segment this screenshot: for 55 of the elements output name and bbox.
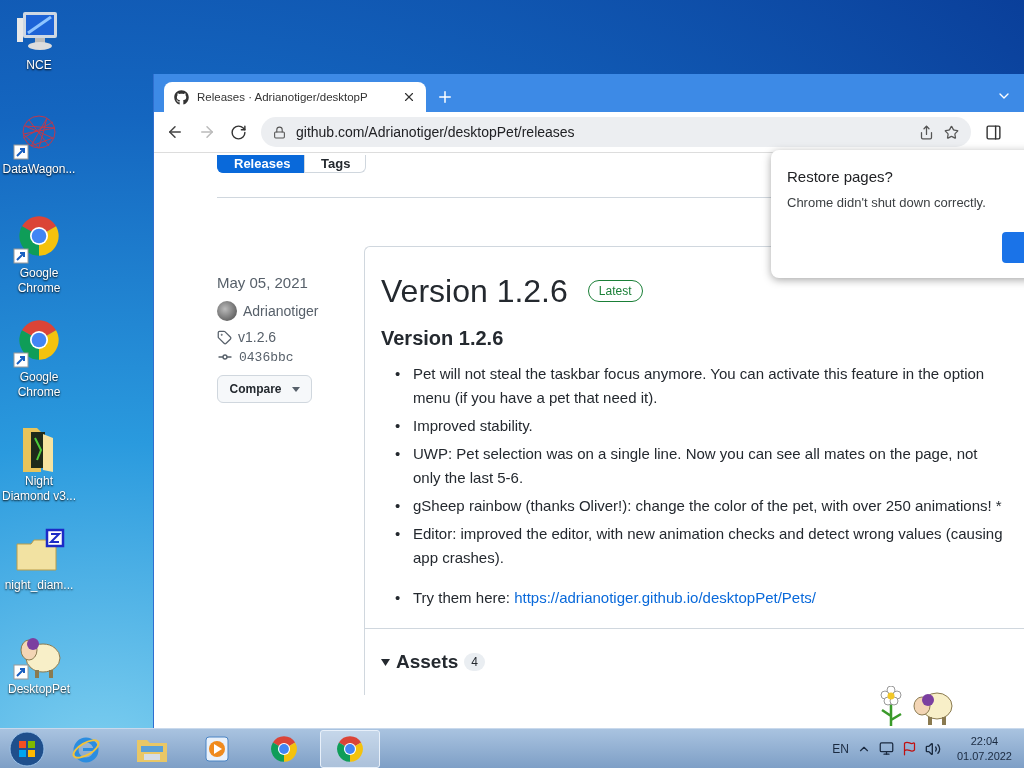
network-icon[interactable] <box>878 741 894 756</box>
caret-icon <box>291 386 300 392</box>
bullet: • <box>395 416 402 436</box>
popup-message: Chrome didn't shut down correctly. <box>787 195 987 210</box>
chrome-icon[interactable] <box>336 734 364 763</box>
browser-tab[interactable]: Releases · Adrianotiger/desktopP <box>164 82 426 112</box>
release-tab[interactable]: Tags <box>304 155 366 173</box>
assets-heading[interactable]: Assets <box>396 651 459 673</box>
bullet: • <box>395 444 402 464</box>
assets-count: 4 <box>464 653 485 671</box>
desktop-icon-label[interactable]: DataWagon... <box>1 162 77 177</box>
bullet: • <box>395 496 402 516</box>
bullet: • <box>395 588 402 608</box>
language-indicator[interactable]: EN <box>832 741 849 756</box>
tag-icon <box>217 329 232 345</box>
desktop-icon-label[interactable]: Google Chrome <box>1 266 77 296</box>
taskbar-button[interactable] <box>320 729 380 768</box>
lock-icon <box>273 125 286 139</box>
release-note: gSheep rainbow (thanks Oliver!): change the color of the pet, with over 250 animations! * <box>413 496 1002 516</box>
reload-icon[interactable] <box>230 123 247 141</box>
release-tab[interactable]: Releases <box>217 155 304 173</box>
back-icon[interactable] <box>166 123 184 141</box>
release-note: Try them here: https://adrianotiger.github.io/desktopPet/Pets/ <box>413 588 816 608</box>
popup-title: Restore pages? <box>787 168 894 185</box>
new-tab-icon[interactable] <box>436 88 454 106</box>
bookmark-icon[interactable] <box>944 124 959 140</box>
release-note: Pet will not steal the taskbar focus anymore. You can activate this feature in the option menu (if you have a pet that need it). <box>413 364 986 408</box>
desktop-icon-label[interactable]: NCE <box>1 58 77 73</box>
expand-caret-icon[interactable] <box>381 658 390 666</box>
avatar <box>217 301 237 321</box>
release-note: Editor: improved the editor, with new animation checks and detect wrong values (causing app crashes). <box>413 524 1004 568</box>
github-icon <box>174 89 189 105</box>
share-icon[interactable] <box>919 124 934 140</box>
bullet: • <box>395 364 402 384</box>
clock-date[interactable]: 01.07.2022 <box>956 748 1012 764</box>
speaker-icon[interactable] <box>924 740 941 757</box>
side-panel-icon[interactable] <box>985 123 1002 141</box>
address-bar[interactable]: github.com/Adrianotiger/desktopPet/releases <box>261 117 971 147</box>
compare-button[interactable]: Compare <box>217 375 312 403</box>
pets-link[interactable]: https://adrianotiger.github.io/desktopPet/Pets/ <box>514 589 816 606</box>
author-link[interactable]: Adrianotiger <box>243 303 319 319</box>
release-heading: Version 1.2.6 <box>381 327 505 350</box>
bullet: • <box>395 524 402 544</box>
chrome-icon[interactable] <box>270 734 298 763</box>
release-title[interactable]: Version 1.2.6 <box>381 267 568 315</box>
media-player-icon <box>204 733 232 764</box>
commit-link[interactable]: 0436bbc <box>239 349 294 365</box>
release-date: May 05, 2021 <box>217 274 309 291</box>
release-note: UWP: Pet selection was on a single line. Now you can see all mates on the page, not only the last 5-6. <box>413 444 979 488</box>
clock-time[interactable]: 22:04 <box>970 733 999 749</box>
desktop-icon-label[interactable]: Google Chrome <box>1 370 77 400</box>
flag-icon[interactable] <box>901 741 917 756</box>
tag-link[interactable]: v1.2.6 <box>238 329 277 345</box>
close-icon[interactable] <box>402 90 416 104</box>
release-note: Improved stability. <box>413 416 533 436</box>
